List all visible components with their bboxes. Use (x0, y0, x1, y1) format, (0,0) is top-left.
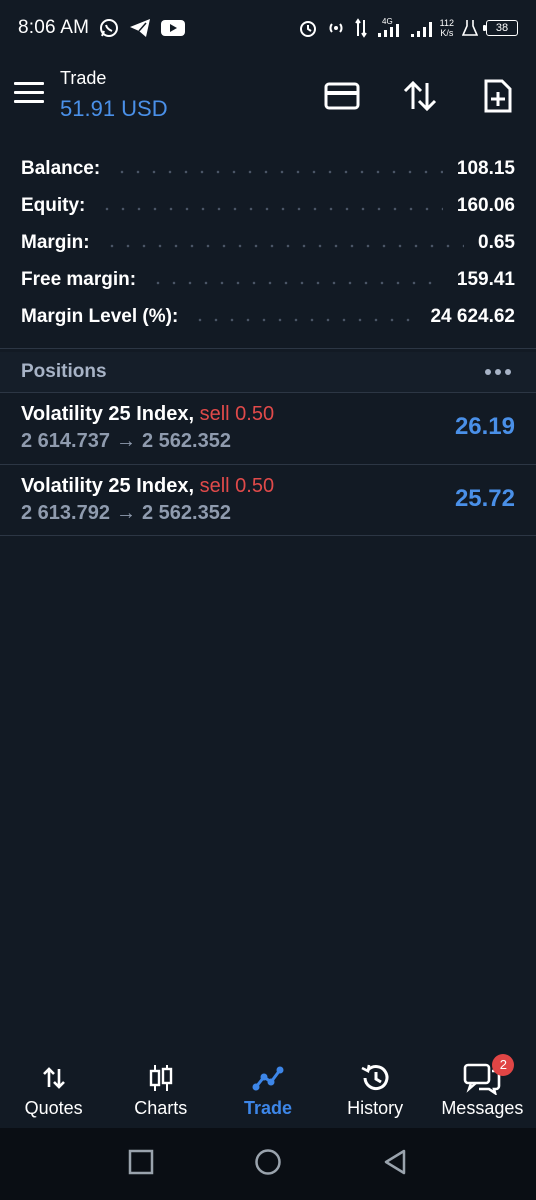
leader-dots (114, 169, 443, 174)
position-row[interactable]: Volatility 25 Index, sell 0.50 2 614.737… (0, 393, 536, 464)
balance-label: Balance: (21, 157, 101, 179)
leader-dots (103, 243, 465, 248)
home-icon[interactable] (254, 1148, 282, 1181)
leader-dots (150, 280, 443, 285)
signal-icon (410, 18, 432, 38)
position-side: sell 0.50 (199, 475, 275, 497)
net-speed-unit: K/s (440, 28, 454, 38)
nav-history[interactable]: History (325, 1060, 425, 1119)
nav-trade-label: Trade (243, 1097, 292, 1118)
price-arrow-icon: → (115, 502, 136, 524)
youtube-icon (161, 19, 186, 37)
free-margin-row: Free margin: 159.41 (0, 261, 536, 298)
whatsapp-icon (99, 18, 119, 38)
back-icon[interactable] (382, 1148, 408, 1181)
position-profit: 25.72 (454, 485, 515, 512)
nav-charts-label: Charts (134, 1097, 188, 1118)
position-current-price: 2 562.352 (141, 502, 231, 524)
margin-label: Margin: (21, 231, 90, 253)
signal-4g-icon: 4G (376, 17, 402, 39)
equity-row: Equity: 160.06 (0, 187, 536, 224)
alarm-icon (298, 18, 318, 38)
recent-apps-icon[interactable] (128, 1149, 154, 1180)
position-open-price: 2 613.792 (21, 502, 110, 524)
positions-header: Positions (0, 352, 536, 392)
position-current-price: 2 562.352 (141, 430, 231, 452)
nav-history-label: History (347, 1097, 404, 1118)
page-title: Trade (60, 68, 107, 88)
candlestick-icon (148, 1060, 174, 1096)
sort-arrows-icon[interactable] (400, 76, 440, 116)
position-row[interactable]: Volatility 25 Index, sell 0.50 2 613.792… (0, 465, 536, 536)
messages-badge: 2 (492, 1053, 515, 1076)
data-transfer-icon (354, 18, 368, 38)
free-margin-label: Free margin: (21, 268, 137, 290)
net-speed-value: 112 (439, 18, 454, 28)
app-header: Trade 51.91 USD (0, 56, 536, 136)
status-time: 8:06 AM (18, 17, 90, 38)
new-order-icon[interactable] (478, 76, 518, 116)
position-symbol: Volatility 25 Index, (21, 475, 195, 497)
svg-text:4G: 4G (382, 17, 393, 26)
status-bar: 8:06 AM 4G 112 K/s 38 (0, 0, 536, 56)
account-summary: Balance: 108.15 Equity: 160.06 Margin: 0… (0, 150, 536, 335)
margin-row: Margin: 0.65 (0, 224, 536, 261)
divider (0, 348, 536, 349)
quotes-arrows-icon (41, 1060, 67, 1096)
battery-icon: 38 (483, 20, 518, 36)
hotspot-icon (326, 18, 346, 38)
leader-dots (192, 317, 417, 322)
nav-trade[interactable]: Trade (218, 1060, 318, 1119)
net-speed: 112 K/s (440, 18, 454, 38)
margin-level-row: Margin Level (%): 24 624.62 (0, 298, 536, 335)
nav-charts[interactable]: Charts (111, 1060, 211, 1119)
history-icon (359, 1060, 391, 1096)
equity-label: Equity: (21, 194, 86, 216)
free-margin-value: 159.41 (456, 268, 515, 290)
margin-level-value: 24 624.62 (430, 305, 515, 327)
system-nav-bar (0, 1128, 536, 1200)
trade-line-icon (252, 1060, 284, 1096)
bottom-nav: Quotes Charts Trade History Messages 2 (0, 1050, 536, 1128)
nav-messages[interactable]: Messages 2 (432, 1053, 532, 1119)
card-icon[interactable] (322, 76, 362, 116)
leader-dots (99, 206, 443, 211)
position-side: sell 0.50 (199, 403, 275, 425)
nav-quotes-label: Quotes (24, 1097, 83, 1118)
nav-quotes[interactable]: Quotes (4, 1060, 104, 1119)
balance-value: 108.15 (456, 157, 515, 179)
balance-row: Balance: 108.15 (0, 150, 536, 187)
margin-level-label: Margin Level (%): (21, 305, 179, 327)
more-options-icon[interactable] (485, 369, 515, 375)
telegram-icon (129, 18, 151, 38)
menu-icon[interactable] (14, 82, 46, 108)
equity-value: 160.06 (456, 194, 515, 216)
nav-messages-label: Messages (441, 1097, 524, 1118)
positions-title: Positions (21, 361, 107, 382)
position-symbol: Volatility 25 Index, (21, 403, 195, 425)
position-open-price: 2 614.737 (21, 430, 110, 452)
account-balance-subtitle: 51.91 USD (60, 96, 168, 121)
flask-icon (462, 19, 478, 37)
position-profit: 26.19 (454, 413, 515, 440)
price-arrow-icon: → (115, 430, 136, 452)
margin-value: 0.65 (478, 231, 515, 253)
divider (0, 535, 536, 536)
